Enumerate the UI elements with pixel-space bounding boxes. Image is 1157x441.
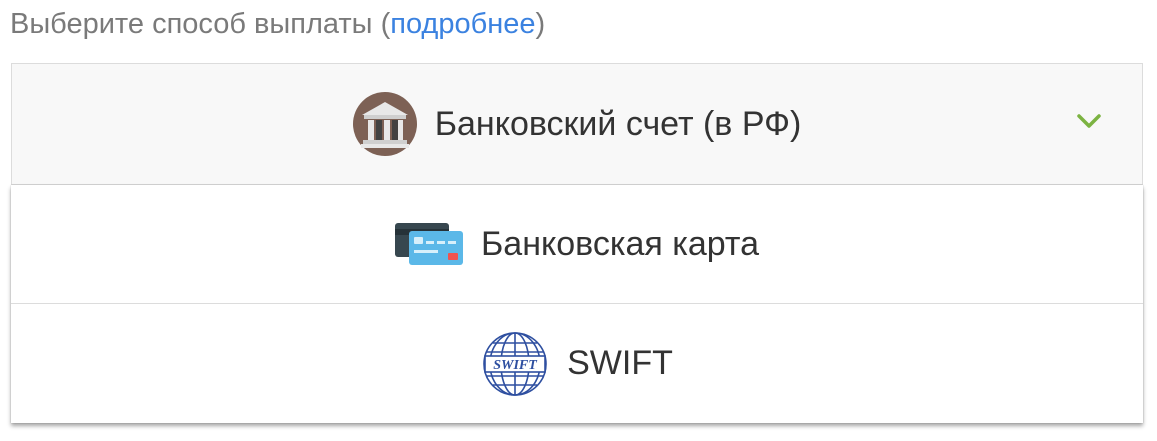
option-bank-card[interactable]: Банковская карта	[11, 185, 1143, 304]
option-swift-label: SWIFT	[567, 344, 673, 382]
payout-options-dropdown: Банковская карта SWIFT SWIFT	[11, 185, 1143, 423]
payout-heading: Выберите способ выплаты (подробнее)	[10, 4, 545, 44]
payout-method-select[interactable]: Банковский счет (в РФ)	[11, 63, 1143, 185]
credit-card-icon	[394, 221, 463, 267]
chevron-down-icon[interactable]	[1076, 112, 1102, 130]
heading-text: Выберите способ выплаты (	[10, 8, 391, 40]
option-bank-card-label: Банковская карта	[480, 224, 760, 263]
bank-icon	[352, 92, 417, 156]
swift-logo-text: SWIFT	[493, 358, 538, 373]
swift-logo-icon: SWIFT	[481, 330, 549, 398]
heading-close-paren: )	[535, 8, 546, 40]
payout-method-selector: Выберите способ выплаты (подробнее) Банк…	[0, 0, 1157, 441]
option-swift[interactable]: SWIFT SWIFT	[11, 304, 1143, 423]
details-link[interactable]: подробнее	[390, 8, 535, 40]
selected-option-bank-account[interactable]: Банковский счет (в РФ)	[12, 64, 1142, 184]
selected-option-label: Банковский счет (в РФ)	[434, 104, 802, 143]
